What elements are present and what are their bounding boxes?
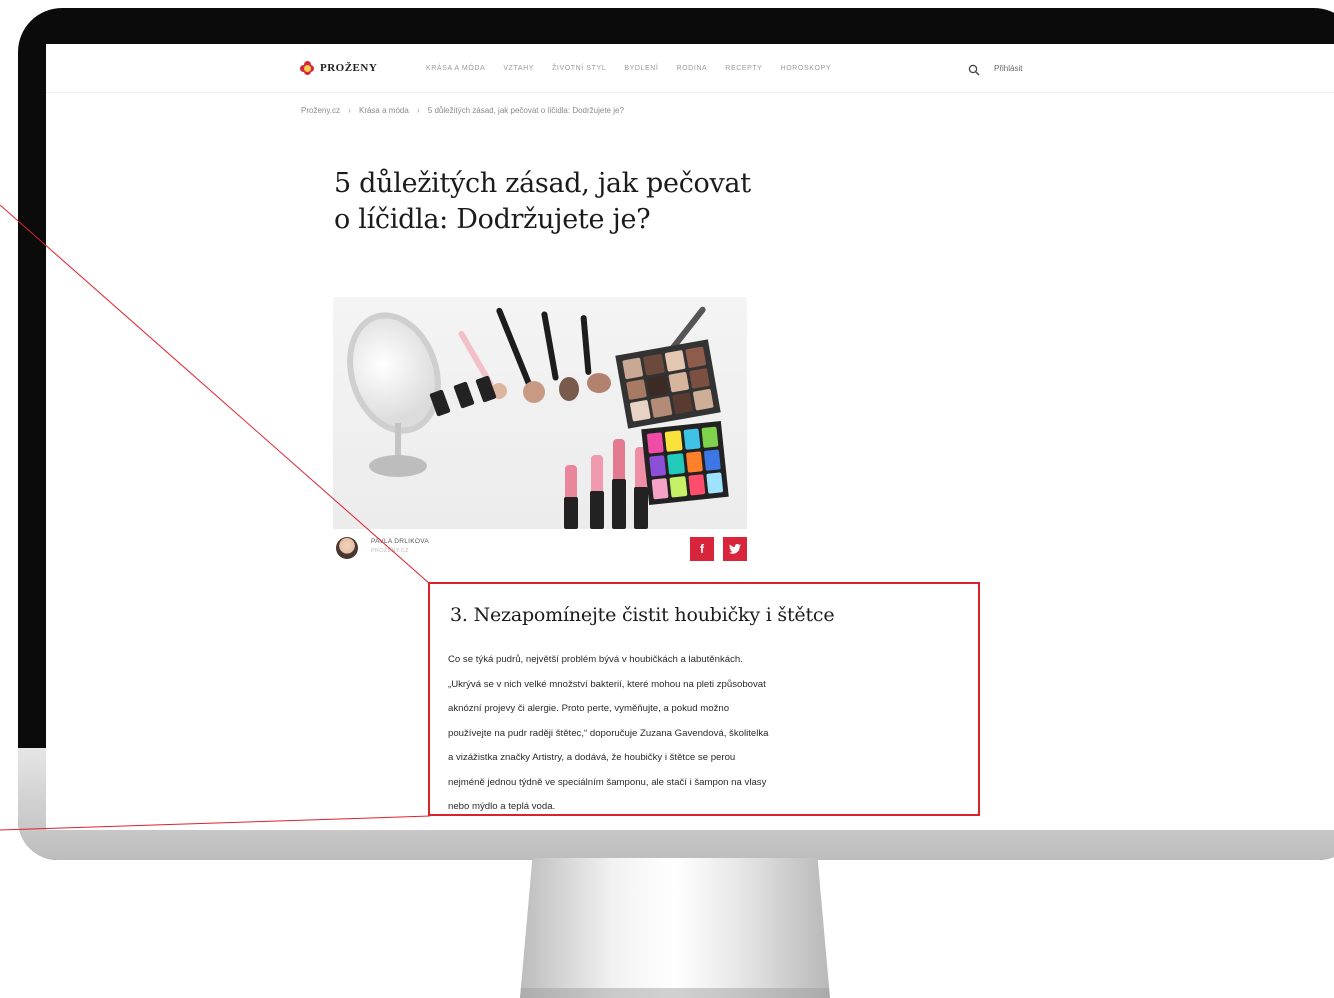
swatch [651, 477, 669, 500]
section-body: Co se týká pudrů, největší problém bývá … [448, 648, 968, 820]
mirror-base-graphic [369, 455, 427, 477]
nav-item-horoskopy[interactable]: HOROSKOPY [781, 65, 832, 72]
facebook-share-button[interactable]: f [690, 537, 714, 561]
body-line: používejte na pudr raději štětec,“ dopor… [448, 727, 769, 739]
nav-item-rodina[interactable]: RODINA [676, 65, 707, 72]
brand-name: PROŽENY [320, 62, 378, 74]
brush-graphic [495, 306, 533, 388]
brush-head-graphic [559, 377, 579, 401]
site-logo[interactable]: PROŽENY [300, 61, 377, 75]
author-role: PROŽENY.CZ [371, 548, 409, 554]
mirror-stem-graphic [395, 423, 401, 457]
lipstick-graphic [564, 497, 578, 529]
section-heading: 3. Nezapomínejte čistit houbičky i štětc… [450, 604, 835, 626]
highlighted-paragraph: 3. Nezapomínejte čistit houbičky i štětc… [428, 582, 980, 816]
article-title: 5 důležitých zásad, jak pečovat o líčidl… [334, 166, 854, 238]
chevron-right-icon: › [416, 105, 420, 115]
swatch [650, 396, 672, 418]
swatch [701, 426, 719, 449]
breadcrumb-item-current: 5 důležitých zásad, jak pečovat o líčidl… [427, 105, 624, 115]
main-nav: KRÁSA A MÓDA VZTAHY ŽIVOTNÍ STYL BYDLENÍ… [426, 65, 849, 72]
browser-screen: PROŽENY KRÁSA A MÓDA VZTAHY ŽIVOTNÍ STYL… [46, 44, 1334, 830]
swatch [703, 449, 721, 471]
swatch [643, 353, 665, 376]
swatch [669, 476, 687, 498]
lipstick-graphic [613, 439, 625, 483]
swatch [687, 474, 706, 496]
monitor-stand [520, 858, 830, 998]
nav-item-bydleni[interactable]: BYDLENÍ [624, 65, 658, 72]
nav-item-zivotni-styl[interactable]: ŽIVOTNÍ STYL [552, 65, 606, 72]
color-palette-graphic [641, 421, 729, 505]
swatch [629, 400, 651, 422]
lipstick-graphic [453, 381, 475, 409]
swatch [692, 389, 714, 411]
search-icon[interactable] [968, 64, 980, 76]
body-line: nejméně jednou týdně ve speciálním šampo… [448, 776, 767, 788]
brush-graphic [580, 314, 592, 376]
body-line: „Ukrývá se v nich velké množství bakteri… [448, 678, 766, 690]
breadcrumb: Proženy.cz › Krása a móda › 5 důležitých… [301, 105, 624, 115]
brush-head-graphic [587, 373, 611, 393]
eyeshadow-palette-graphic [615, 339, 721, 429]
author-name[interactable]: PAVLA DRLIKOVA [371, 538, 429, 545]
article-hero-image [333, 297, 747, 529]
swatch [664, 350, 686, 372]
swatch [646, 432, 664, 454]
login-link[interactable]: Přihlásit [994, 64, 1022, 73]
nav-item-vztahy[interactable]: VZTAHY [503, 65, 534, 72]
avatar[interactable] [336, 537, 358, 559]
flower-logo-icon [300, 61, 314, 75]
breadcrumb-item-category[interactable]: Krása a móda [359, 106, 409, 115]
swatch [683, 428, 701, 450]
brush-head-graphic [523, 381, 545, 403]
article-title-line-1: 5 důležitých zásad, jak pečovat [334, 168, 751, 199]
swatch [626, 378, 648, 401]
article-title-line-2: o líčidla: Dodržujete je? [334, 204, 651, 235]
lipstick-graphic [475, 375, 497, 403]
swatch [646, 375, 669, 397]
body-line: a vizážistka značky Artistry, a dodává, … [448, 752, 736, 763]
swatch [671, 392, 693, 415]
body-line: aknózní projevy či alergie. Proto perte,… [448, 703, 730, 714]
swatch [667, 453, 685, 475]
swatch [667, 371, 690, 393]
nav-item-recepty[interactable]: RECEPTY [725, 65, 762, 72]
swatch [649, 455, 667, 477]
swatch [685, 346, 707, 368]
twitter-icon [729, 544, 741, 554]
breadcrumb-item-home[interactable]: Proženy.cz [301, 106, 340, 115]
body-line: Co se týká pudrů, největší problém bývá … [448, 654, 743, 665]
chevron-right-icon: › [347, 105, 351, 115]
facebook-icon: f [700, 542, 704, 556]
lipstick-graphic [634, 487, 648, 529]
body-line: nebo mýdlo a teplá voda. [448, 801, 556, 812]
twitter-share-button[interactable] [723, 537, 747, 561]
site-header: PROŽENY KRÁSA A MÓDA VZTAHY ŽIVOTNÍ STYL… [46, 44, 1334, 93]
lipstick-graphic [590, 491, 604, 529]
nav-item-krasa-a-moda[interactable]: KRÁSA A MÓDA [426, 65, 485, 72]
brush-graphic [540, 311, 560, 381]
swatch [622, 357, 644, 379]
lipstick-graphic [612, 479, 626, 529]
swatch [688, 367, 710, 390]
swatch [706, 472, 724, 494]
swatch [664, 430, 683, 452]
swatch [685, 451, 703, 473]
